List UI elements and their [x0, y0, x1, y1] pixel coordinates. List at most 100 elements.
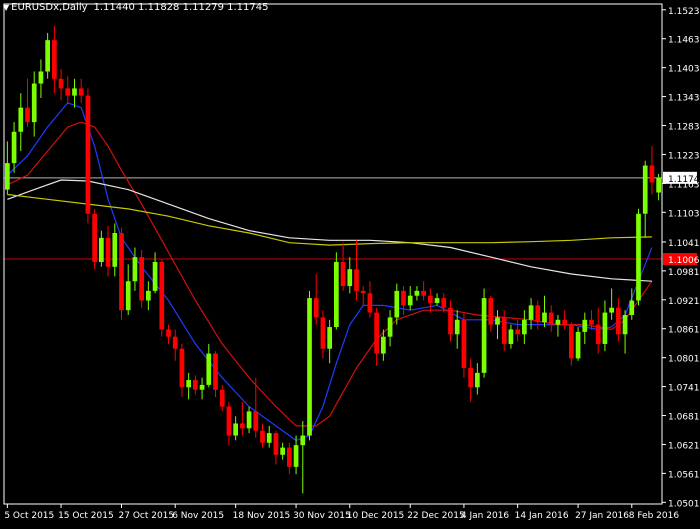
candle-body — [152, 261, 158, 291]
y-tick-label: 1.10415 — [668, 239, 700, 249]
candle-body — [421, 290, 426, 296]
chart-header: ▼ EURUSDx,Daily 1.11440 1.11828 1.11279 1.… — [3, 2, 268, 13]
candle-body — [240, 423, 245, 429]
candle-body — [146, 290, 151, 301]
candle-body — [340, 261, 346, 287]
candles — [5, 25, 661, 494]
candle-body — [629, 300, 635, 315]
candle-body — [307, 298, 312, 436]
candle-body — [609, 307, 614, 313]
x-tick-label: 18 Nov 2015 — [233, 511, 291, 521]
candle-body — [193, 380, 198, 390]
moving-average-line — [7, 193, 652, 246]
candle-body — [515, 329, 520, 335]
y-tick-label: 1.12830 — [668, 123, 700, 133]
candle-body — [266, 433, 272, 443]
candle-body — [441, 298, 447, 308]
y-tick-label: 1.05015 — [668, 499, 700, 509]
y-tick-label: 1.08615 — [668, 326, 700, 336]
candle-body — [11, 131, 17, 164]
y-tick-label: 1.09215 — [668, 297, 700, 307]
ohlc-values: 1.11440 1.11828 1.11279 1.11745 — [93, 2, 269, 13]
price-tag-label: 1.11745 — [668, 175, 700, 185]
candle-body — [495, 317, 500, 325]
candle-body — [656, 177, 661, 193]
chart-window[interactable]: 1.15230 1.14630 1.14030 1.13430 1.12830 1.122… — [0, 0, 700, 525]
candle-body — [300, 435, 306, 446]
candle-body — [367, 293, 373, 313]
candle-body — [38, 71, 44, 84]
candle-body — [488, 298, 494, 325]
candle-body — [414, 290, 420, 296]
candle-body — [25, 107, 30, 123]
candle-body — [65, 88, 71, 96]
candle-body — [461, 319, 467, 369]
candle-body — [622, 314, 628, 335]
y-tick-label: 1.09815 — [668, 268, 700, 278]
symbol-label: EURUSDx,Daily — [11, 2, 88, 13]
candle-body — [166, 329, 171, 337]
candle-body — [428, 295, 433, 303]
candle-body — [226, 406, 232, 436]
candle-body — [542, 312, 547, 323]
candle-body — [401, 290, 406, 306]
candle-body — [454, 319, 460, 335]
dropdown-triangle-icon[interactable]: ▼ — [3, 3, 9, 12]
candle-body — [31, 83, 37, 123]
candle-body — [52, 40, 57, 79]
candle-body — [85, 95, 91, 214]
moving-average-line — [7, 121, 653, 427]
candle-body — [99, 237, 104, 262]
y-tick-label: 1.06215 — [668, 441, 700, 451]
y-tick-label: 1.15230 — [668, 7, 700, 17]
x-tick-label: 27 Jan 2016 — [575, 511, 629, 521]
candle-body — [649, 165, 655, 183]
x-tick-label: 10 Dec 2015 — [347, 511, 405, 521]
candle-body — [354, 269, 359, 291]
candle-body — [582, 319, 588, 332]
candle-body — [139, 257, 144, 301]
candle-body — [172, 336, 178, 349]
candle-body — [112, 233, 118, 267]
candle-body — [246, 411, 252, 429]
candle-body — [602, 312, 608, 344]
candle-body — [280, 447, 285, 455]
candle-body — [72, 88, 77, 96]
candle-body — [387, 317, 393, 337]
x-tick-label: 4 Jan 2016 — [461, 511, 509, 521]
candle-body — [334, 261, 339, 328]
candle-body — [320, 317, 326, 349]
candlestick-chart[interactable]: 1.15230 1.14630 1.14030 1.13430 1.12830 1.122… — [0, 0, 700, 525]
x-tick-label: 14 Jan 2016 — [515, 511, 569, 521]
price-tag-label: 1.10061 — [668, 256, 700, 266]
candle-body — [575, 331, 581, 359]
y-tick-label: 1.05615 — [668, 470, 700, 480]
x-tick-label: 22 Dec 2015 — [407, 511, 465, 521]
x-tick-label: 27 Oct 2015 — [119, 511, 175, 521]
candle-body — [522, 319, 527, 335]
candle-body — [45, 40, 50, 72]
candle-body — [569, 324, 574, 359]
candle-body — [293, 445, 299, 467]
candle-body — [78, 88, 84, 96]
candle-body — [179, 348, 185, 388]
candle-body — [213, 353, 218, 390]
candle-body — [313, 298, 319, 318]
candle-body — [528, 305, 534, 320]
candle-body — [468, 368, 473, 388]
candle-body — [92, 213, 97, 262]
candle-body — [548, 312, 554, 325]
candle-body — [119, 233, 124, 311]
candle-body — [5, 163, 10, 190]
candle-body — [501, 317, 507, 344]
moving-average-line — [7, 179, 652, 282]
candle-body — [206, 353, 212, 385]
candle-body — [642, 165, 648, 214]
candle-body — [260, 430, 265, 443]
candle-body — [105, 237, 111, 267]
candle-body — [374, 312, 379, 354]
candle-body — [394, 290, 400, 318]
y-tick-label: 1.14630 — [668, 36, 700, 46]
x-tick-label: 30 Nov 2015 — [293, 511, 351, 521]
y-tick-label: 1.08015 — [668, 355, 700, 365]
